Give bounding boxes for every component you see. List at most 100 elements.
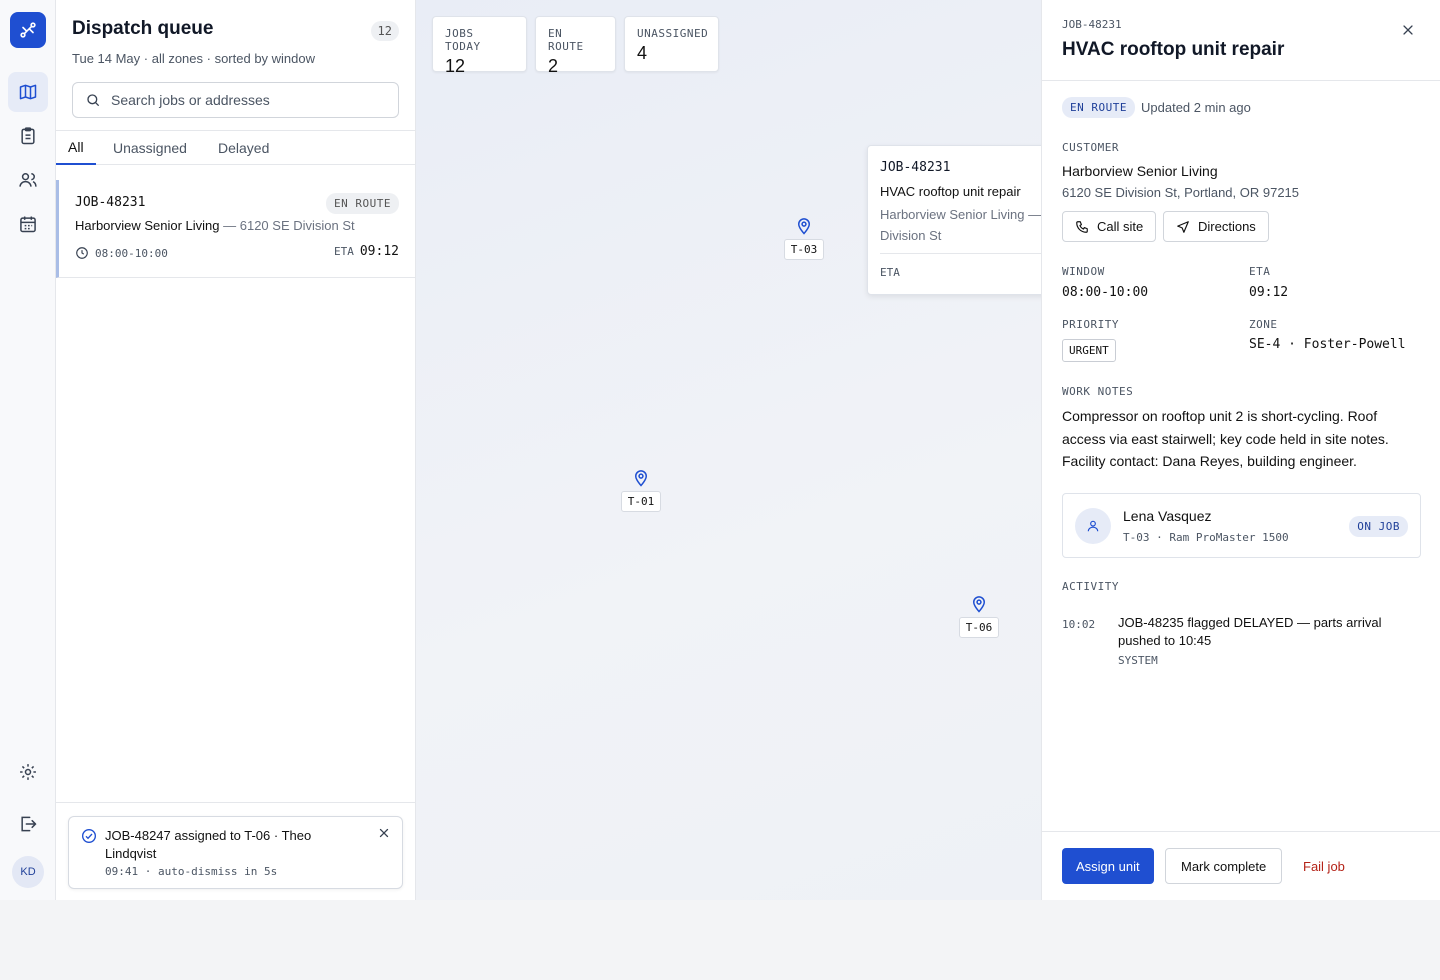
job-customer: Harborview Senior Living — 6120 SE Divis… <box>75 218 355 233</box>
work-notes-label: WORK NOTES <box>1062 385 1134 398</box>
stat-label: EN ROUTE <box>548 27 584 53</box>
phone-icon <box>1076 220 1088 233</box>
status-badge: EN ROUTE <box>326 193 399 214</box>
tab-all[interactable]: All <box>56 131 96 165</box>
mark-complete-button[interactable]: Mark complete <box>1165 848 1283 884</box>
tab-unassigned[interactable]: Unassigned <box>101 131 199 165</box>
clipboard-icon <box>21 127 35 145</box>
map-pin-t06[interactable]: T-06 <box>957 594 1001 638</box>
logout-icon <box>21 816 37 832</box>
avatar[interactable]: KD <box>12 856 44 888</box>
tech-status-badge: ON JOB <box>1349 516 1408 537</box>
map-pin-t01[interactable]: T-01 <box>619 468 663 512</box>
map-popup[interactable]: JOB-48231 HVAC rooftop unit repair Harbo… <box>867 145 1041 295</box>
nav-jobs[interactable] <box>8 116 48 156</box>
nav-schedule[interactable] <box>8 204 48 244</box>
toast-meta: 09:41 · auto-dismiss in 5s <box>105 865 278 878</box>
priority-badge: URGENT <box>1062 339 1116 362</box>
activity-label: ACTIVITY <box>1062 580 1119 593</box>
divider <box>1042 80 1440 81</box>
icon-rail: KD <box>0 0 56 900</box>
check-circle-icon <box>82 829 96 843</box>
job-window: 08:00-10:00 <box>75 246 168 260</box>
priority-label: PRIORITY <box>1062 318 1119 331</box>
pin-label: T-03 <box>783 239 825 260</box>
detail-actions: Assign unit Mark complete Fail job <box>1042 831 1440 900</box>
close-icon[interactable] <box>378 827 390 839</box>
job-detail-panel: JOB-48231 HVAC rooftop unit repair EN RO… <box>1041 0 1440 900</box>
work-notes: Compressor on rooftop unit 2 is short-cy… <box>1062 408 1389 469</box>
pin-label: T-01 <box>620 491 662 512</box>
tech-name: Lena Vasquez <box>1123 508 1212 524</box>
activity-time: 10:02 <box>1062 618 1096 631</box>
map-pin-t03[interactable]: T-03 <box>782 216 826 260</box>
route-logo-icon[interactable] <box>10 12 46 48</box>
map-pin-icon <box>972 596 986 613</box>
customer-label: CUSTOMER <box>1062 141 1119 154</box>
map-pin-icon <box>634 470 648 487</box>
map-pin-icon <box>797 218 811 235</box>
window-label: WINDOW <box>1062 265 1105 278</box>
list-item[interactable]: JOB-48231 EN ROUTE Harborview Senior Liv… <box>56 180 415 278</box>
close-icon[interactable] <box>1402 24 1414 36</box>
stat-label: JOBS TODAY <box>445 27 481 53</box>
users-icon <box>19 173 37 187</box>
window-time: 08:00-10:00 <box>95 246 168 260</box>
nav-settings[interactable] <box>8 752 48 792</box>
stat-jobs-today: JOBS TODAY 12 <box>432 16 527 76</box>
pin-label: T-06 <box>958 617 1000 638</box>
search-input[interactable] <box>111 92 398 108</box>
detail-title: HVAC rooftop unit repair <box>1062 39 1285 60</box>
eta-value: 09:12 <box>359 244 399 259</box>
navigation-icon <box>1177 220 1189 233</box>
assign-unit-button[interactable]: Assign unit <box>1062 848 1154 884</box>
eta-label: ETA <box>1249 265 1271 278</box>
map-icon <box>19 84 37 100</box>
updated-text: Updated 2 min ago <box>1141 100 1251 115</box>
status-badge: EN ROUTE <box>1062 97 1135 118</box>
popup-address: Harborview Senior Living — Division St <box>880 207 1041 243</box>
zone-label: ZONE <box>1249 318 1278 331</box>
customer-address: — 6120 SE Division St <box>219 218 355 233</box>
toast-notification: JOB-48247 assigned to T-06 · Theo Lindqv… <box>68 816 403 889</box>
zone-value: SE-4 · Foster-Powell <box>1249 337 1406 352</box>
search-icon <box>87 94 100 107</box>
call-site-button[interactable]: Call site <box>1062 211 1157 242</box>
popup-eta-label: ETA <box>880 266 900 279</box>
toast-message: JOB-48247 assigned to T-06 · Theo Lindqv… <box>105 828 312 861</box>
tab-delayed[interactable]: Delayed <box>206 131 281 165</box>
stat-en-route: EN ROUTE 2 <box>535 16 616 76</box>
queue-count-badge: 12 <box>370 21 399 41</box>
nav-team[interactable] <box>8 160 48 200</box>
queue-tabs: All Unassigned Delayed <box>56 130 415 165</box>
map-canvas[interactable]: JOBS TODAY 12 EN ROUTE 2 UNASSIGNED 4 T-… <box>416 0 1041 900</box>
search-box[interactable] <box>72 82 399 118</box>
queue-subtitle: Tue 14 May · all zones · sorted by windo… <box>72 51 316 66</box>
job-id: JOB-48231 <box>75 195 146 210</box>
customer-address: 6120 SE Division St, Portland, OR 97215 <box>1062 185 1300 200</box>
popup-job-id: JOB-48231 <box>880 160 951 175</box>
activity-source: SYSTEM <box>1118 654 1158 667</box>
stat-unassigned: UNASSIGNED 4 <box>624 16 719 72</box>
nav-logout[interactable] <box>8 804 48 844</box>
customer-name: Harborview Senior Living <box>1062 163 1218 179</box>
tech-vehicle: T-03 · Ram ProMaster 1500 <box>1123 531 1289 544</box>
customer-name: Harborview Senior Living <box>75 218 220 233</box>
nav-map[interactable] <box>8 72 48 112</box>
clock-icon <box>76 247 88 259</box>
directions-button[interactable]: Directions <box>1163 211 1269 242</box>
user-icon <box>1087 520 1099 532</box>
page-title: Dispatch queue <box>72 18 214 39</box>
job-eta: ETA 09:12 <box>334 244 399 259</box>
stat-value: 4 <box>637 43 648 63</box>
stat-value: 12 <box>445 56 466 76</box>
divider <box>880 253 1041 254</box>
window-value: 08:00-10:00 <box>1062 285 1149 300</box>
activity-text: JOB-48235 flagged DELAYED — parts arriva… <box>1118 615 1382 648</box>
fail-job-button[interactable]: Fail job <box>1303 859 1345 874</box>
assigned-tech-card[interactable]: Lena Vasquez T-03 · Ram ProMaster 1500 O… <box>1062 493 1421 558</box>
popup-title: HVAC rooftop unit repair <box>880 184 1021 199</box>
eta-value: 09:12 <box>1249 285 1289 300</box>
eta-label: ETA <box>333 245 354 258</box>
gear-icon <box>20 764 36 780</box>
